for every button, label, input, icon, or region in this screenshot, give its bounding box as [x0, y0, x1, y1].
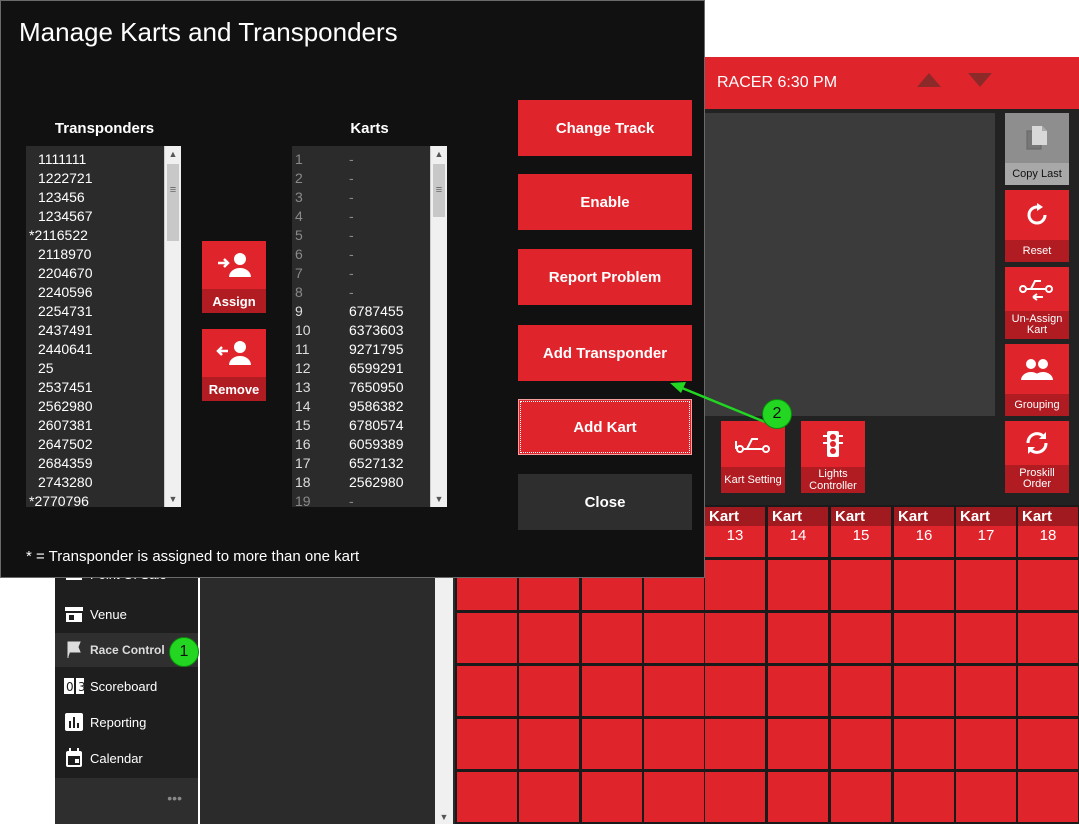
step-badge-2: 2 — [762, 399, 792, 429]
annotation-arrow — [670, 382, 766, 424]
step-badge-1: 1 — [169, 637, 199, 667]
